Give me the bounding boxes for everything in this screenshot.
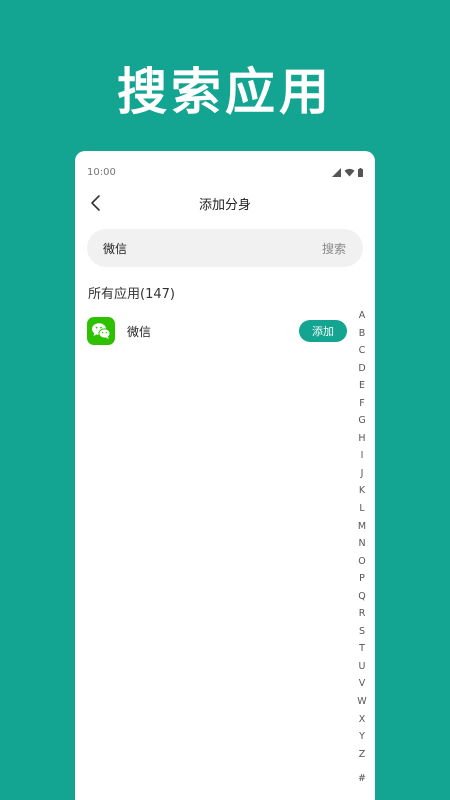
index-letter-k[interactable]: K <box>359 482 365 500</box>
status-bar: 10:00 <box>87 165 363 179</box>
index-letter-v[interactable]: V <box>359 675 366 693</box>
index-letter-d[interactable]: D <box>358 360 365 378</box>
index-letter-g[interactable]: G <box>358 412 365 430</box>
cellular-signal-icon <box>332 167 341 177</box>
index-letter-u[interactable]: U <box>359 658 366 676</box>
search-button[interactable]: 搜索 <box>322 240 346 257</box>
index-letter-f[interactable]: F <box>359 395 364 413</box>
index-letter-h[interactable]: H <box>358 430 365 448</box>
app-name: 微信 <box>127 324 152 339</box>
battery-icon <box>358 167 363 177</box>
status-time: 10:00 <box>87 166 116 178</box>
index-letter-w[interactable]: W <box>357 693 366 711</box>
index-letter-t[interactable]: T <box>359 640 365 658</box>
list-item[interactable]: 微信 添加 <box>87 317 347 345</box>
index-letter-x[interactable]: X <box>359 711 366 729</box>
wechat-icon <box>87 317 115 345</box>
nav-bar: 添加分身 <box>75 191 375 215</box>
back-button[interactable] <box>85 192 107 214</box>
phone-screen: 10:00 添加分身 微信 搜索 所有应用(147) 微信 添加 A B C D… <box>75 151 375 800</box>
search-input-value[interactable]: 微信 <box>103 240 127 257</box>
chevron-left-icon <box>91 195 100 211</box>
index-letter-p[interactable]: P <box>359 570 365 588</box>
search-input[interactable]: 微信 搜索 <box>87 229 363 267</box>
index-letter-o[interactable]: O <box>358 553 365 571</box>
index-letter-s[interactable]: S <box>359 623 365 641</box>
index-letter-c[interactable]: C <box>359 342 366 360</box>
index-letter-i[interactable]: I <box>361 447 364 465</box>
wifi-icon <box>344 168 355 176</box>
index-letter-y[interactable]: Y <box>359 728 365 746</box>
index-letter-r[interactable]: R <box>359 605 366 623</box>
page-title: 添加分身 <box>198 197 251 213</box>
index-letter-z[interactable]: Z <box>359 746 366 764</box>
index-letter-m[interactable]: M <box>358 518 366 536</box>
index-letter-hash[interactable]: # <box>358 770 366 788</box>
hero-title: 搜索应用 <box>117 63 333 121</box>
status-icons <box>332 167 363 177</box>
index-letter-a[interactable]: A <box>359 307 366 325</box>
index-letter-j[interactable]: J <box>361 465 364 483</box>
section-header: 所有应用(147) <box>88 287 175 302</box>
index-letter-e[interactable]: E <box>359 377 365 395</box>
index-letter-q[interactable]: Q <box>358 588 365 606</box>
index-letter-l[interactable]: L <box>359 500 364 518</box>
index-letter-b[interactable]: B <box>359 325 366 343</box>
index-letter-n[interactable]: N <box>358 535 365 553</box>
add-button[interactable]: 添加 <box>299 320 347 342</box>
alphabet-index-bar[interactable]: A B C D E F G H I J K L M N O P Q R S T U V W X Y Z # <box>355 307 369 788</box>
